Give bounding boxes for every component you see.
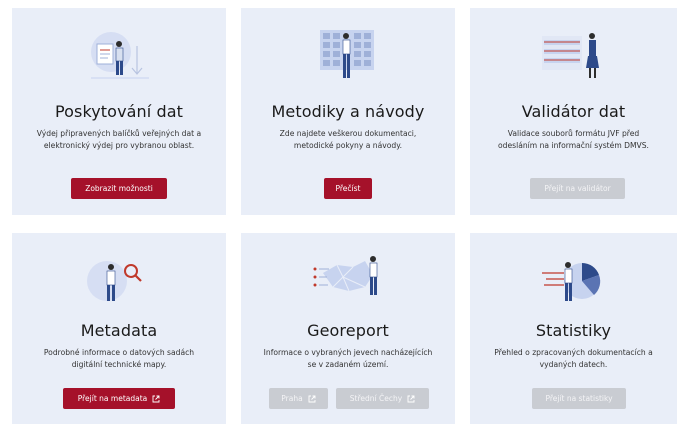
card-validator-dat: Validátor dat Validace souborů formátu J… xyxy=(470,8,677,215)
card-georeport: Georeport Informace o vybraných jevech n… xyxy=(241,233,455,424)
external-link-icon xyxy=(308,395,316,402)
external-link-icon xyxy=(407,395,415,402)
card-metadata: Metadata Podrobné informace o datových s… xyxy=(12,233,226,424)
prejit-na-validator-button[interactable]: Přejít na validátor xyxy=(530,178,625,199)
button-label: Přejít na statistiky xyxy=(545,394,613,403)
button-label: Přejít na validátor xyxy=(544,184,611,193)
card-title: Poskytování dat xyxy=(54,102,184,121)
card-title: Metodiky a návody xyxy=(271,102,425,121)
person-with-list-board-illustration xyxy=(470,22,677,92)
stredni-cechy-button[interactable]: Střední Čechy xyxy=(336,388,429,409)
card-title: Validátor dat xyxy=(521,102,626,121)
person-with-map-illustration xyxy=(241,247,455,317)
card-description: Přehled o zpracovaných dokumentacích a v… xyxy=(494,348,653,369)
card-poskytovani-dat: Poskytování dat Výdej připravených balíč… xyxy=(12,8,226,215)
precist-button[interactable]: Přečíst xyxy=(324,178,372,199)
card-description: Validace souborů formátu JVF před odeslá… xyxy=(498,129,649,150)
person-with-magnifier-illustration xyxy=(12,247,226,317)
button-label: Praha xyxy=(281,394,303,403)
button-label: Zobrazit možnosti xyxy=(85,184,153,193)
person-with-documents-illustration xyxy=(12,22,226,92)
card-description: Informace o vybraných jevech nacházející… xyxy=(263,348,433,369)
card-description: Podrobné informace o datových sadách dig… xyxy=(43,348,195,369)
card-metodiky-a-navody: Metodiky a návody Zde najdete veškerou d… xyxy=(241,8,455,215)
button-label: Přečíst xyxy=(335,184,361,193)
card-title: Metadata xyxy=(80,321,158,340)
zobrazit-moznosti-button[interactable]: Zobrazit možnosti xyxy=(71,178,167,199)
card-description: Zde najdete veškerou dokumentaci, metodi… xyxy=(279,129,417,150)
card-description: Výdej připravených balíčků veřejných dat… xyxy=(36,129,202,150)
person-with-grid-board-illustration xyxy=(241,22,455,92)
card-title: Georeport xyxy=(307,321,389,340)
card-statistiky: Statistiky Přehled o zpracovaných dokume… xyxy=(470,233,677,424)
prejit-na-statistiky-button[interactable]: Přejít na statistiky xyxy=(532,388,626,409)
prejit-na-metadata-button[interactable]: Přejít na metadata xyxy=(63,388,175,409)
external-link-icon xyxy=(152,395,160,402)
button-label: Střední Čechy xyxy=(349,394,403,403)
button-label: Přejít na metadata xyxy=(77,394,148,403)
card-title: Statistiky xyxy=(535,321,612,340)
person-with-pie-chart-illustration xyxy=(470,247,677,317)
praha-button[interactable]: Praha xyxy=(269,388,328,409)
